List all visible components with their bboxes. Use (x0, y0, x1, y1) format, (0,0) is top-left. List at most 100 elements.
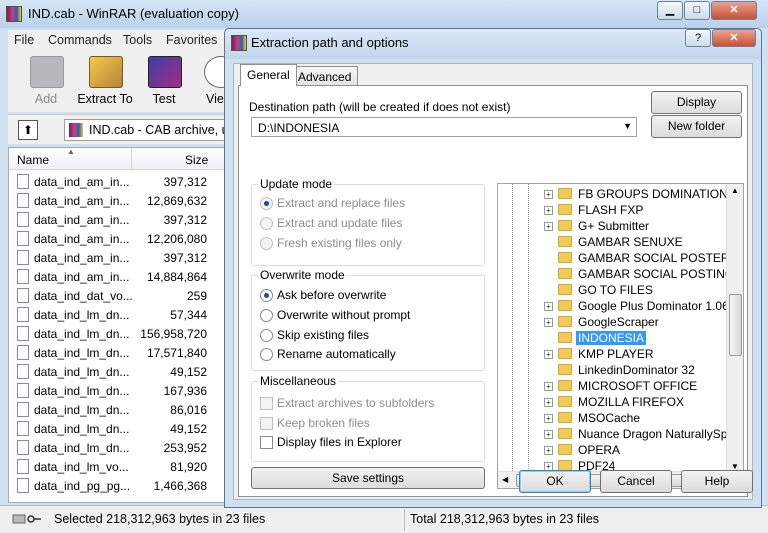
file-row[interactable]: data_ind_pg_pg... 1,466,368 (9, 476, 229, 495)
folder-icon (558, 428, 572, 439)
add-button[interactable]: Add (16, 52, 76, 110)
file-list[interactable]: ▲ Name Size data_ind_am_in... 397,312 data… (8, 147, 229, 503)
file-size: 14,884,864 (146, 270, 207, 284)
archive-icon (69, 123, 83, 137)
file-row[interactable]: data_ind_am_in... 397,312 (9, 172, 229, 191)
file-row[interactable]: data_ind_dat_vo... 259 (9, 286, 229, 305)
expand-icon[interactable]: + (544, 446, 553, 455)
tree-item[interactable]: GAMBAR SOCIAL POSTER 2 (498, 250, 740, 266)
expand-icon[interactable]: + (544, 382, 553, 391)
tab-advanced[interactable]: Advanced (291, 66, 359, 86)
file-row[interactable]: data_ind_am_in... 12,206,080 (9, 229, 229, 248)
tree-item[interactable]: + MOZILLA FIREFOX (498, 394, 726, 410)
column-divider[interactable] (131, 148, 132, 170)
file-name: data_ind_pg_pg... (34, 479, 131, 493)
destination-path-combo[interactable]: D:\INDONESIA ▼ (251, 117, 637, 137)
menu-favorites[interactable]: Favorites (166, 33, 217, 47)
expand-icon[interactable]: + (544, 318, 553, 327)
ok-button[interactable]: OK (519, 470, 591, 493)
add-icon (30, 56, 64, 88)
save-settings-button[interactable]: Save settings (251, 467, 485, 489)
address-field[interactable]: IND.cab - CAB archive, ur (64, 119, 232, 141)
file-row[interactable]: data_ind_am_in... 14,884,864 (9, 267, 229, 286)
minimize-button[interactable]: ▁ (657, 1, 683, 20)
file-name: data_ind_lm_vo... (34, 460, 129, 474)
file-row[interactable]: data_ind_lm_dn... 167,936 (9, 381, 229, 400)
column-name[interactable]: Name (17, 153, 49, 167)
close-button[interactable]: ✕ (711, 1, 757, 20)
folder-icon (558, 380, 572, 391)
help-title-button[interactable]: ? (685, 29, 711, 47)
file-icon (17, 250, 29, 265)
file-row[interactable]: data_ind_lm_dn... 156,958,720 (9, 324, 229, 343)
tree-item[interactable]: GO TO FILES (498, 282, 726, 298)
tree-item[interactable]: + Google Plus Dominator 1.06 (498, 298, 729, 314)
file-size: 17,571,840 (146, 346, 207, 360)
tree-item[interactable]: + KMP PLAYER (498, 346, 726, 362)
tree-item[interactable]: + OPERA (498, 442, 726, 458)
menu-file[interactable]: File (14, 33, 34, 47)
expand-icon[interactable]: + (544, 222, 553, 231)
file-name: data_ind_lm_dn... (34, 422, 130, 436)
view-button[interactable]: Vie (192, 52, 228, 110)
file-size: 49,152 (170, 365, 207, 379)
up-folder-button[interactable]: ⬆ (18, 120, 38, 140)
tree-item[interactable]: + FB GROUPS DOMINATION (498, 186, 728, 202)
extract-to-button[interactable]: Extract To (75, 52, 135, 110)
maximize-button[interactable]: □ (684, 1, 710, 20)
tree-item[interactable]: LinkedinDominator 32 (498, 362, 726, 378)
tab-general[interactable]: General (240, 64, 297, 86)
cancel-button[interactable]: Cancel (600, 470, 672, 493)
folder-icon (558, 188, 572, 199)
file-row[interactable]: data_ind_am_in... 397,312 (9, 210, 229, 229)
tree-item[interactable]: + MSOCache (498, 410, 726, 426)
tree-item[interactable]: INDONESIA (498, 330, 726, 346)
radio-label: Extract and replace files (277, 196, 406, 210)
file-row[interactable]: data_ind_am_in... 397,312 (9, 248, 229, 267)
tree-item[interactable]: + GoogleScraper (498, 314, 726, 330)
file-row[interactable]: data_ind_lm_vo... 81,920 (9, 457, 229, 476)
file-row[interactable]: data_ind_lm_dn... 17,571,840 (9, 343, 229, 362)
tree-item[interactable]: + FLASH FXP (498, 202, 726, 218)
expand-icon[interactable]: + (544, 302, 553, 311)
tree-item[interactable]: GAMBAR SENUXE (498, 234, 726, 250)
file-size: 12,206,080 (146, 232, 207, 246)
column-size[interactable]: Size (185, 153, 208, 167)
tree-item[interactable]: + MICROSOFT OFFICE (498, 378, 726, 394)
file-row[interactable]: data_ind_lm_dn... 49,152 (9, 362, 229, 381)
radio-label: Overwrite without prompt (277, 308, 411, 322)
menu-tools[interactable]: Tools (123, 33, 152, 47)
tree-item[interactable]: GAMBAR SOCIAL POSTING PR (498, 266, 743, 282)
expand-icon[interactable]: + (544, 430, 553, 439)
expand-icon[interactable]: + (544, 350, 553, 359)
scroll-left-icon[interactable]: ◀ (502, 475, 508, 484)
status-bar: Selected 218,312,963 bytes in 23 files T… (0, 505, 768, 533)
new-folder-button[interactable]: New folder (651, 115, 742, 138)
file-row[interactable]: data_ind_lm_dn... 57,344 (9, 305, 229, 324)
chevron-down-icon[interactable]: ▼ (623, 121, 632, 131)
file-row[interactable]: data_ind_am_in... 12,869,632 (9, 191, 229, 210)
expand-icon[interactable]: + (544, 190, 553, 199)
scroll-up-icon[interactable]: ▲ (731, 186, 739, 195)
test-button[interactable]: Test (134, 52, 194, 110)
display-button[interactable]: Display (651, 91, 742, 114)
file-name: data_ind_lm_dn... (34, 403, 130, 417)
file-name: data_ind_lm_dn... (34, 441, 130, 455)
tree-item[interactable]: + G+ Submitter (498, 218, 726, 234)
expand-icon[interactable]: + (544, 398, 553, 407)
expand-icon[interactable]: + (544, 414, 553, 423)
tree-item[interactable]: + Nuance Dragon NaturallySpea (498, 426, 741, 442)
tree-vertical-scrollbar[interactable]: ▲ ▼ (726, 184, 743, 473)
dialog-close-button[interactable]: ✕ (712, 29, 756, 47)
file-icon (17, 421, 29, 436)
file-row[interactable]: data_ind_lm_dn... 86,016 (9, 400, 229, 419)
file-row[interactable]: data_ind_lm_dn... 253,952 (9, 438, 229, 457)
menu-commands[interactable]: Commands (48, 33, 112, 47)
dialog-body: General Advanced Destination path (will … (233, 63, 753, 500)
file-icon (17, 402, 29, 417)
expand-icon[interactable]: + (544, 206, 553, 215)
help-button[interactable]: Help (681, 470, 753, 493)
scroll-thumb[interactable] (729, 294, 742, 356)
file-row[interactable]: data_ind_lm_dn... 49,152 (9, 419, 229, 438)
folder-tree[interactable]: + FB GROUPS DOMINATION + FLASH FXP + G+ Submi… (497, 183, 744, 489)
